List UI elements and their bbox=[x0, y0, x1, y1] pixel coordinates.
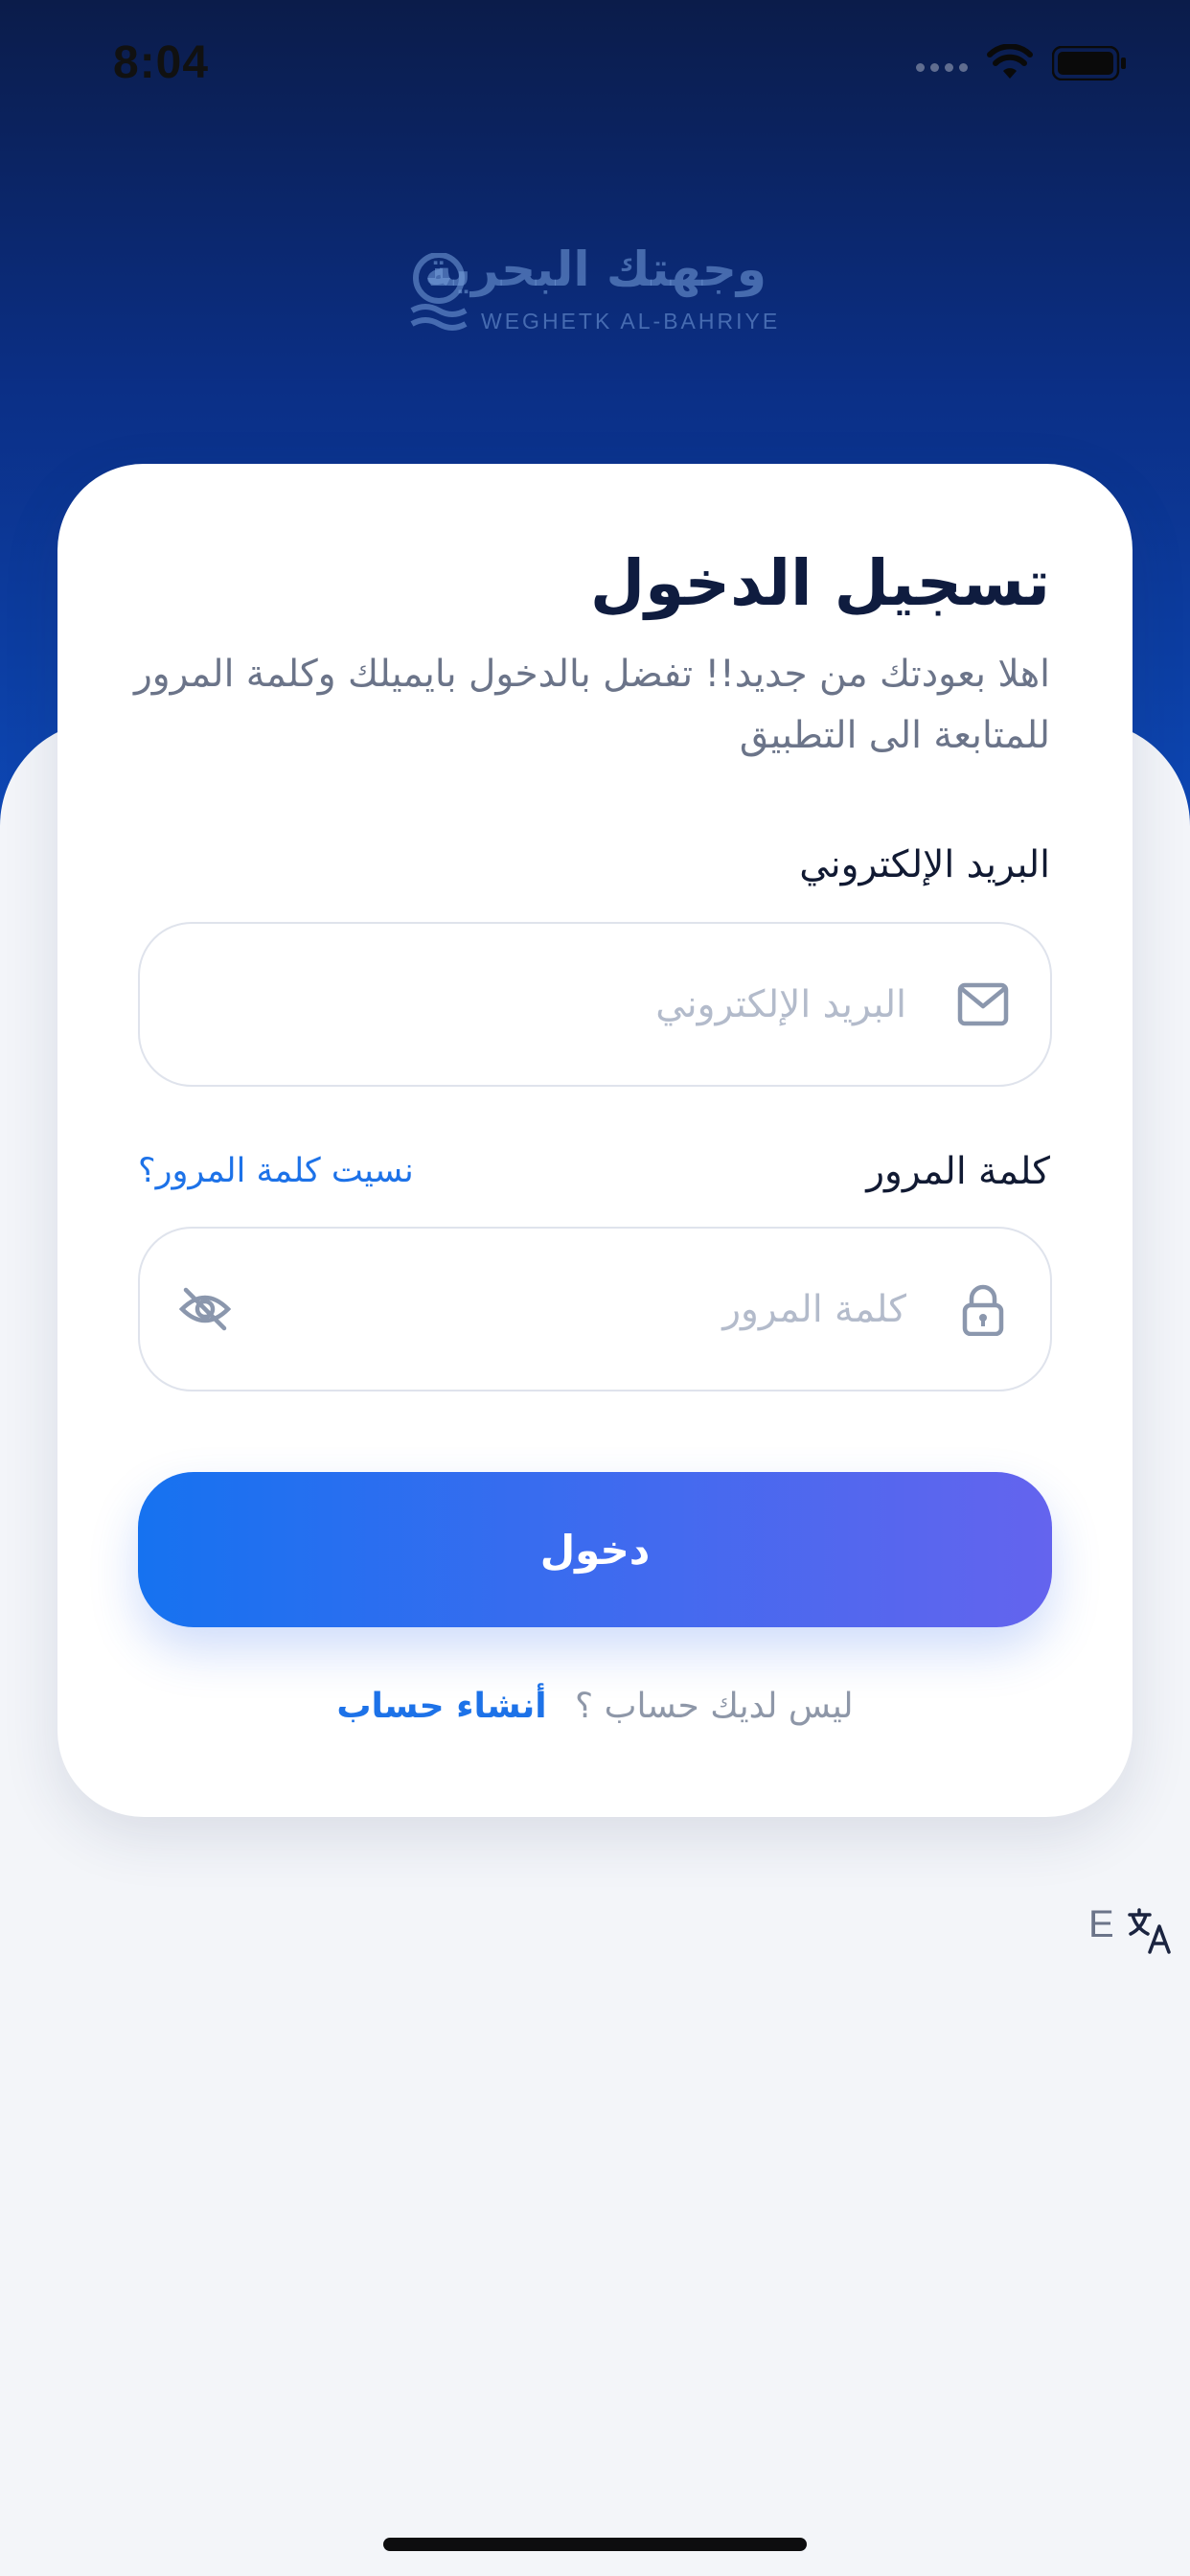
cellular-signal-icon bbox=[916, 63, 968, 72]
create-account-link[interactable]: أنشاء حساب bbox=[336, 1687, 546, 1726]
status-time: 8:04 bbox=[113, 37, 210, 88]
eye-off-icon[interactable] bbox=[178, 1282, 232, 1336]
email-field-container bbox=[138, 922, 1052, 1087]
email-input[interactable] bbox=[293, 924, 906, 1085]
page-subtitle: اهلا بعودتك من جديد!! تفضل بالدخول بايمي… bbox=[133, 653, 1050, 757]
language-toggle-label[interactable]: E bbox=[1088, 1903, 1114, 1946]
brand-name-english: WEGHETK AL-BAHRIYE bbox=[481, 309, 781, 334]
password-input[interactable] bbox=[293, 1229, 906, 1390]
home-indicator bbox=[383, 2538, 807, 2551]
wifi-icon bbox=[987, 44, 1033, 79]
password-label: كلمة المرور bbox=[866, 1150, 1050, 1193]
translate-icon[interactable] bbox=[1127, 1907, 1175, 1955]
lock-icon bbox=[962, 1284, 1004, 1336]
brand-logo: وجهتك البحرية WEGHETK AL-BAHRIYE bbox=[410, 242, 784, 343]
signup-row: ليس لديك حساب ؟ أنشاء حساب bbox=[138, 1687, 1052, 1726]
brand-name-arabic: وجهتك البحرية bbox=[423, 242, 767, 297]
mail-icon bbox=[957, 982, 1009, 1026]
password-field-container bbox=[138, 1227, 1052, 1392]
no-account-text: ليس لديك حساب ؟ bbox=[575, 1687, 854, 1726]
forgot-password-link[interactable]: نسيت كلمة المرور؟ bbox=[138, 1152, 414, 1190]
email-label: البريد الإلكتروني bbox=[799, 843, 1050, 886]
login-button[interactable]: دخول bbox=[138, 1472, 1052, 1627]
page-title: تسجيل الدخول bbox=[589, 546, 1050, 620]
battery-icon bbox=[1052, 46, 1126, 80]
